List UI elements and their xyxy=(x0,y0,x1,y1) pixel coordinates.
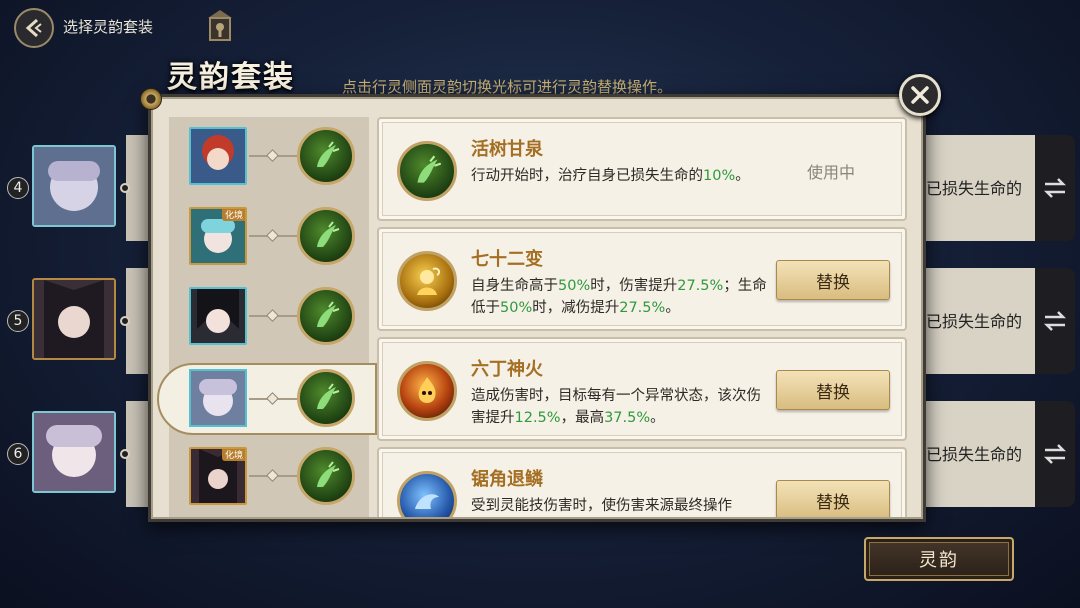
hero-list-item-selected[interactable] xyxy=(157,363,377,435)
row-connector-dot xyxy=(120,449,130,459)
hero-tag: 化境 xyxy=(221,209,245,221)
hero-list-item[interactable] xyxy=(169,277,369,357)
row-connector-dot xyxy=(120,183,130,193)
spirit-orb-icon[interactable] xyxy=(297,207,355,265)
spirit-name: 活树甘泉 xyxy=(471,139,543,160)
row-connector-dot xyxy=(120,316,130,326)
replace-button[interactable]: 替换 xyxy=(776,260,890,300)
row-spirit-desc: 已损失生命的 xyxy=(920,135,1035,241)
close-icon xyxy=(911,86,929,104)
replace-button[interactable]: 替换 xyxy=(776,370,890,410)
swap-arrows-icon xyxy=(1043,178,1067,198)
spirit-card[interactable]: 活树甘泉 行动开始时，治疗自身已损失生命的10%。 使用中 xyxy=(377,117,907,221)
back-arrow-icon xyxy=(25,18,42,38)
hero-portrait: 化境 xyxy=(189,447,247,505)
hero-portrait: 化境 xyxy=(189,207,247,265)
row-number: 5 xyxy=(7,310,29,332)
row-spirit-desc: 已损失生命的 xyxy=(920,401,1035,507)
spirit-list[interactable]: 活树甘泉 行动开始时，治疗自身已损失生命的10%。 使用中 七十二变 自身生命高… xyxy=(377,117,923,517)
spirit-card[interactable]: 锯角退鳞 受到灵能技伤害时，使伤害来源最终操作 替换 xyxy=(377,447,907,517)
swap-toggle-button[interactable] xyxy=(1035,401,1075,507)
hero-portrait xyxy=(189,369,247,427)
golden-monkey-icon xyxy=(397,251,457,311)
hero-portrait xyxy=(189,287,247,345)
hero-tag: 化境 xyxy=(221,449,245,461)
back-button[interactable] xyxy=(14,8,54,48)
corner-ornament-icon xyxy=(140,88,162,110)
swap-arrows-icon xyxy=(1043,444,1067,464)
green-sprout-icon xyxy=(397,141,457,201)
row-number: 4 xyxy=(7,177,29,199)
row-spirit-desc: 已损失生命的 xyxy=(920,268,1035,374)
hero-list-item[interactable]: 化境 xyxy=(169,197,369,277)
hero-portrait xyxy=(189,127,247,185)
swap-toggle-button[interactable] xyxy=(1035,135,1075,241)
spirit-description: 受到灵能技伤害时，使伤害来源最终操作 xyxy=(471,498,732,514)
spirit-name: 六丁神火 xyxy=(471,359,543,380)
panel-title: 灵韵套装 xyxy=(167,60,295,95)
spirit-orb-icon[interactable] xyxy=(297,369,355,427)
hero-portrait xyxy=(32,411,116,493)
hero-list-item[interactable] xyxy=(169,117,369,197)
spirit-set-dialog: 化境 化境 活树甘泉 行动开始时，治疗自身已损失生命的10%。 使用中 七十二变… xyxy=(148,94,926,522)
spirit-orb-icon[interactable] xyxy=(297,287,355,345)
swap-toggle-button[interactable] xyxy=(1035,268,1075,374)
page-header-title: 选择灵韵套装 xyxy=(63,18,154,36)
spirit-orb-icon[interactable] xyxy=(297,447,355,505)
blue-dragon-icon xyxy=(397,471,457,517)
spirit-card[interactable]: 六丁神火 造成伤害时，目标每有一个异常状态，该次伤害提升12.5%，最高37.5… xyxy=(377,337,907,441)
close-button[interactable] xyxy=(899,74,941,116)
spirit-name: 锯角退鳞 xyxy=(471,469,543,490)
spirit-description: 造成伤害时，目标每有一个异常状态，该次伤害提升12.5%，最高37.5%。 xyxy=(471,388,761,426)
swap-arrows-icon xyxy=(1043,311,1067,331)
in-use-status: 使用中 xyxy=(806,163,855,182)
hero-list-item[interactable]: 化境 xyxy=(169,437,369,517)
lingyun-button[interactable]: 灵韵 xyxy=(864,537,1014,581)
hero-portrait xyxy=(32,145,116,227)
hero-portrait xyxy=(32,278,116,360)
spirit-description: 行动开始时，治疗自身已损失生命的10%。 xyxy=(471,168,750,184)
fire-beast-icon xyxy=(397,361,457,421)
spirit-card[interactable]: 七十二变 自身生命高于50%时，伤害提升27.5%；生命低于50%时，减伤提升2… xyxy=(377,227,907,331)
lantern-emblem-icon xyxy=(208,10,232,41)
row-number: 6 xyxy=(7,443,29,465)
spirit-name: 七十二变 xyxy=(471,249,543,270)
spirit-description: 自身生命高于50%时，伤害提升27.5%；生命低于50%时，减伤提升27.5%。 xyxy=(471,278,767,316)
spirit-orb-icon[interactable] xyxy=(297,127,355,185)
hero-list[interactable]: 化境 化境 xyxy=(169,117,369,517)
replace-button[interactable]: 替换 xyxy=(776,480,890,517)
